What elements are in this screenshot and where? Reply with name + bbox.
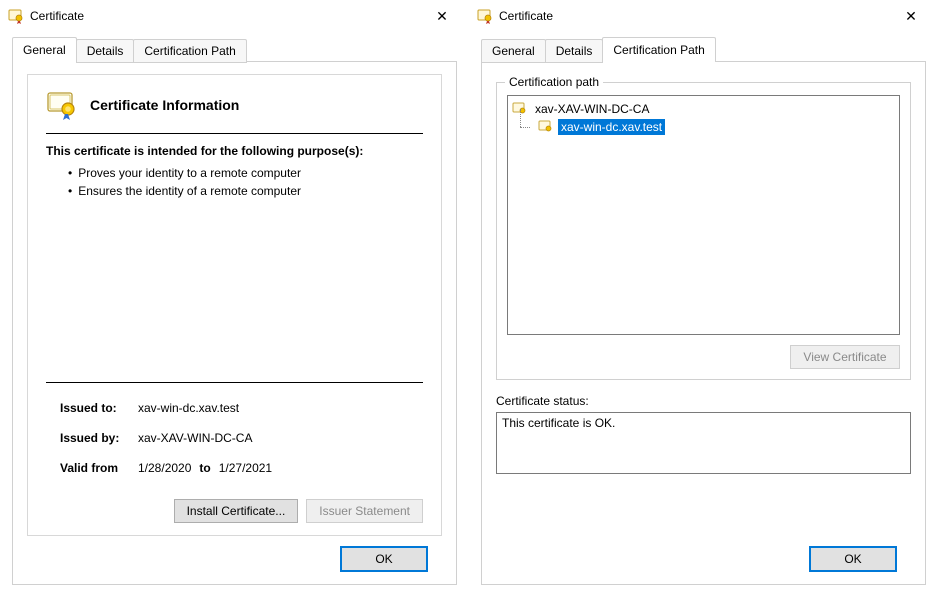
valid-to-value: 1/27/2021	[219, 461, 272, 475]
install-certificate-button[interactable]: Install Certificate...	[174, 499, 299, 523]
valid-to-label: to	[199, 461, 210, 475]
tree-root-node[interactable]: xav-XAV-WIN-DC-CA	[512, 100, 895, 118]
certificate-app-icon	[8, 8, 24, 24]
tab-certification-path[interactable]: Certification Path	[602, 37, 715, 62]
tab-details[interactable]: Details	[545, 39, 604, 63]
view-certificate-button: View Certificate	[790, 345, 900, 369]
titlebar: Certificate ✕	[469, 0, 938, 32]
purpose-block: This certificate is intended for the fol…	[46, 134, 423, 204]
close-icon: ✕	[905, 8, 917, 25]
window-title: Certificate	[499, 9, 892, 23]
purpose-intro: This certificate is intended for the fol…	[46, 144, 423, 158]
tree-leaf-node[interactable]: xav-win-dc.xav.test	[512, 118, 895, 136]
certificate-dialog-certpath: Certificate ✕ General Details Certificat…	[469, 0, 938, 595]
valid-from-value: 1/28/2020	[138, 461, 191, 475]
tree-root-label: xav-XAV-WIN-DC-CA	[532, 101, 652, 117]
window-title: Certificate	[30, 9, 423, 23]
ok-button[interactable]: OK	[809, 546, 897, 572]
issued-by-value: xav-XAV-WIN-DC-CA	[138, 431, 252, 445]
certificate-icon	[46, 89, 78, 121]
issued-to-label: Issued to:	[60, 401, 130, 415]
purpose-item: Proves your identity to a remote compute…	[68, 164, 423, 182]
cert-info-panel: Certificate Information This certificate…	[27, 74, 442, 536]
tab-general[interactable]: General	[12, 37, 77, 62]
cert-info-heading: Certificate Information	[90, 97, 239, 113]
certificate-dialog-general: Certificate ✕ General Details Certificat…	[0, 0, 469, 595]
tab-page-certpath: Certification path xav-XAV-WIN-DC-CA	[481, 61, 926, 585]
certpath-group: Certification path xav-XAV-WIN-DC-CA	[496, 82, 911, 380]
close-button[interactable]: ✕	[423, 2, 461, 30]
cert-status-label: Certificate status:	[496, 394, 911, 408]
tabstrip: General Details Certification Path	[12, 36, 457, 62]
tabstrip: General Details Certification Path	[481, 36, 926, 62]
cert-status-text: This certificate is OK.	[502, 416, 615, 430]
tab-details[interactable]: Details	[76, 39, 135, 63]
tab-certification-path[interactable]: Certification Path	[133, 39, 246, 63]
tab-general[interactable]: General	[481, 39, 546, 63]
tree-leaf-label: xav-win-dc.xav.test	[558, 119, 665, 135]
tab-page-general: Certificate Information This certificate…	[12, 61, 457, 585]
certificate-app-icon	[477, 8, 493, 24]
valid-row: Valid from 1/28/2020 to 1/27/2021	[60, 461, 423, 475]
issued-by-label: Issued by:	[60, 431, 130, 445]
issued-to-row: Issued to: xav-win-dc.xav.test	[60, 401, 423, 415]
issued-to-value: xav-win-dc.xav.test	[138, 401, 239, 415]
certificate-file-icon	[538, 119, 554, 135]
issued-by-row: Issued by: xav-XAV-WIN-DC-CA	[60, 431, 423, 445]
close-icon: ✕	[436, 8, 448, 25]
tree-connector-icon	[512, 118, 534, 136]
titlebar: Certificate ✕	[0, 0, 469, 32]
purpose-item: Ensures the identity of a remote compute…	[68, 182, 423, 200]
ok-button[interactable]: OK	[340, 546, 428, 572]
close-button[interactable]: ✕	[892, 2, 930, 30]
certpath-tree[interactable]: xav-XAV-WIN-DC-CA xav-win-dc.xav.test	[507, 95, 900, 335]
cert-status-box: This certificate is OK.	[496, 412, 911, 474]
valid-from-label: Valid from	[60, 461, 130, 475]
issuer-statement-button: Issuer Statement	[306, 499, 423, 523]
certpath-group-label: Certification path	[505, 75, 603, 89]
